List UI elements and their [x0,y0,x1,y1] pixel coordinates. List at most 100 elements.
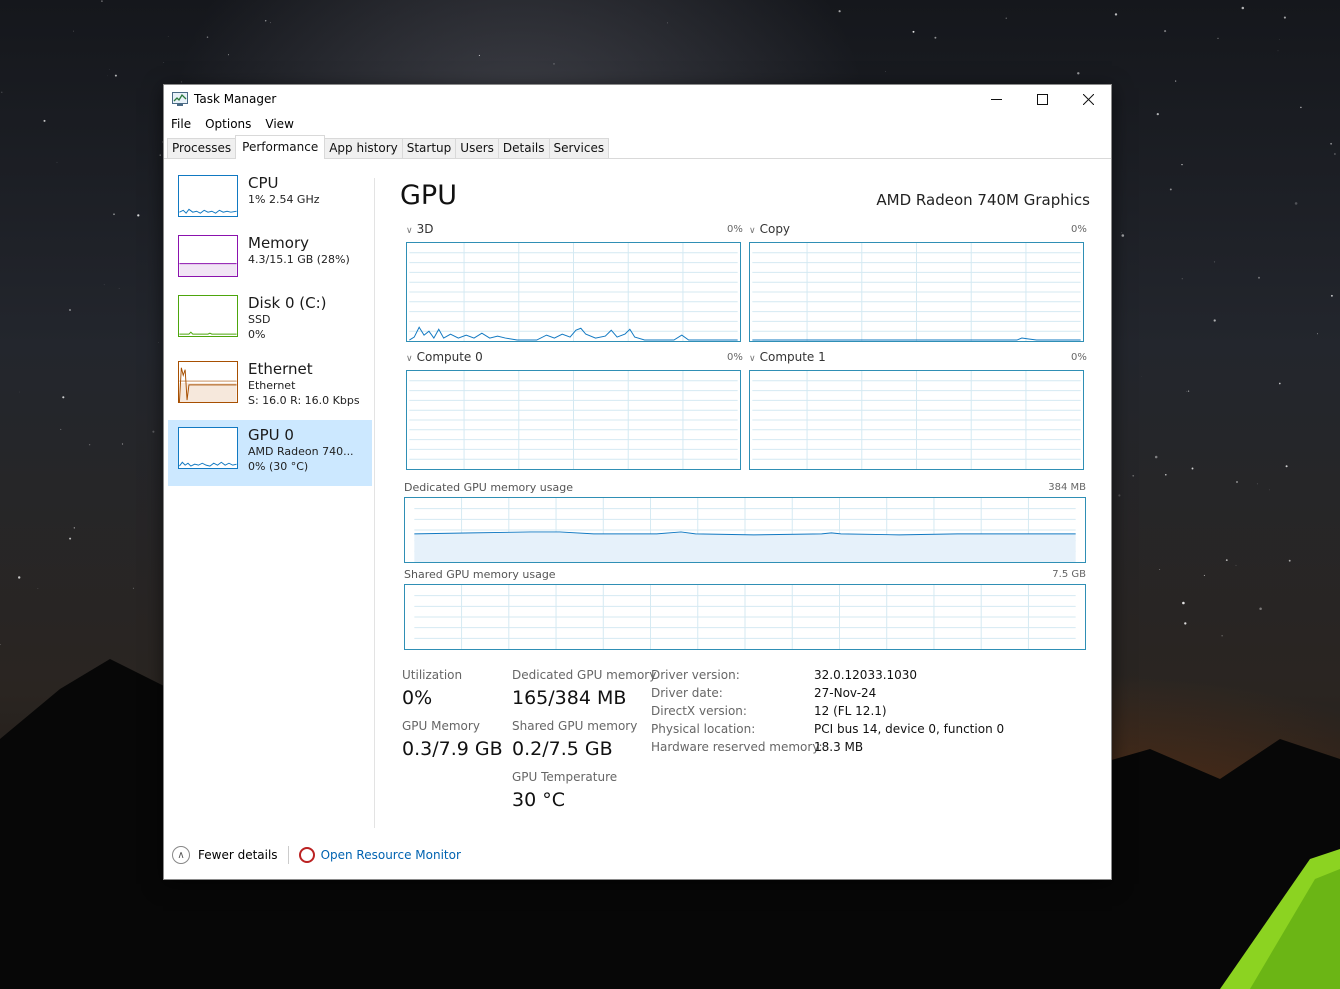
gpu-memory-value: 0.3/7.9 GB [402,738,503,760]
resource-monitor-icon[interactable] [298,847,315,863]
dedicated-memory-max: 384 MB [1048,482,1086,493]
tab-performance[interactable]: Performance [235,135,326,159]
driver-version-label: Driver version: [651,668,740,682]
fewer-details-button[interactable]: Fewer details [198,848,278,862]
sidebar-ethernet-speed: S: 16.0 R: 16.0 Kbps [248,394,360,407]
chevron-down-icon: ∨ [749,354,756,364]
reserved-memory-value: 18.3 MB [814,740,864,754]
physical-location-value: PCI bus 14, device 0, function 0 [814,722,1005,736]
graph-copy [749,242,1084,342]
tab-users[interactable]: Users [455,138,499,158]
sidebar-memory-name: Memory [248,234,310,252]
dedicated-memory-label: Dedicated GPU memory usage [404,481,573,494]
chevron-up-icon[interactable]: ∧ [172,846,190,864]
page-title: GPU [400,180,457,211]
driver-date-label: Driver date: [651,686,723,700]
menu-options[interactable]: Options [205,117,251,131]
chevron-down-icon: ∨ [406,354,413,364]
physical-location-label: Physical location: [651,722,756,736]
sidebar-disk-name: Disk 0 (C:) [248,294,327,312]
reserved-memory-label: Hardware reserved memory: [651,740,823,754]
tab-app-history[interactable]: App history [324,138,403,158]
engine-selector-3d[interactable]: ∨ 3D [406,222,433,236]
minimize-button[interactable] [973,85,1019,113]
gpu-temperature-value: 30 °C [512,789,565,811]
menu-file[interactable]: File [171,117,191,131]
window-title: Task Manager [194,92,277,106]
utilization-label: Utilization [402,668,463,682]
utilization-value: 0% [402,687,433,709]
engine-label-compute1: Compute 1 [759,350,826,364]
engine-selector-compute1[interactable]: ∨ Compute 1 [749,350,826,364]
sidebar-gpu-name: GPU 0 [248,426,294,444]
driver-date-value: 27-Nov-24 [814,686,877,700]
menu-bar: File Options View [164,113,1111,135]
graph-compute1 [749,370,1084,470]
cpu-thumbnail-graph [178,175,238,217]
sidebar-item-memory[interactable]: Memory 4.3/15.1 GB (28%) [168,228,372,288]
shared-memory-max: 7.5 GB [1052,569,1086,580]
engine-label-3d: 3D [416,222,434,236]
sidebar-divider [374,178,375,828]
ethernet-thumbnail-graph [178,361,238,403]
resource-sidebar: CPU 1% 2.54 GHz Memory 4.3/15.1 GB (28%) [168,168,372,486]
dedicated-memory-stat-value: 165/384 MB [512,687,627,709]
engine-pct-compute0: 0% [727,352,743,363]
tent-image [1220,849,1340,989]
graph-compute0 [406,370,741,470]
close-button[interactable] [1065,85,1111,113]
sidebar-gpu-usage: 0% (30 °C) [248,460,309,473]
sidebar-cpu-usage: 1% 2.54 GHz [248,193,320,206]
title-bar: Task Manager [164,85,1111,113]
memory-thumbnail-graph [178,235,238,277]
footer-divider [287,846,289,864]
dedicated-memory-stat-label: Dedicated GPU memory [512,668,657,682]
gpu-thumbnail-graph [178,427,238,469]
directx-version-value: 12 (FL 12.1) [814,704,887,718]
footer-bar: ∧ Fewer details Open Resource Monitor [164,831,1111,879]
sidebar-item-gpu[interactable]: GPU 0 AMD Radeon 740... 0% (30 °C) [168,420,372,486]
engine-pct-compute1: 0% [1071,352,1087,363]
maximize-icon [1036,93,1048,105]
sidebar-ethernet-adapter: Ethernet [248,379,296,392]
directx-version-label: DirectX version: [651,704,747,718]
graph-shared-memory [404,584,1086,650]
tab-processes[interactable]: Processes [167,138,237,158]
sidebar-disk-usage: 0% [248,328,266,341]
shared-memory-stat-label: Shared GPU memory [512,719,638,733]
sidebar-item-disk[interactable]: Disk 0 (C:) SSD 0% [168,288,372,354]
engine-label-copy: Copy [759,222,791,236]
gpu-memory-label: GPU Memory [402,719,480,733]
tab-details[interactable]: Details [497,138,550,158]
gpu-temperature-label: GPU Temperature [512,770,618,784]
sidebar-disk-type: SSD [248,313,271,326]
tab-services[interactable]: Services [548,138,610,158]
shared-memory-label: Shared GPU memory usage [404,568,556,581]
tab-bar: Processes Performance App history Startu… [164,135,1111,159]
sidebar-memory-usage: 4.3/15.1 GB (28%) [248,253,350,266]
sidebar-gpu-model: AMD Radeon 740... [248,445,354,458]
engine-selector-copy[interactable]: ∨ Copy [749,222,790,236]
sidebar-item-ethernet[interactable]: Ethernet Ethernet S: 16.0 R: 16.0 Kbps [168,354,372,420]
sidebar-item-cpu[interactable]: CPU 1% 2.54 GHz [168,168,372,228]
menu-view[interactable]: View [265,117,293,131]
maximize-button[interactable] [1019,85,1065,113]
task-manager-icon [172,92,188,106]
open-resource-monitor-link[interactable]: Open Resource Monitor [321,848,461,862]
graph-3d [406,242,741,342]
engine-label-compute0: Compute 0 [416,350,483,364]
minimize-icon [990,98,1002,100]
close-icon [1082,93,1094,105]
graph-dedicated-memory [404,497,1086,563]
engine-pct-copy: 0% [1071,224,1087,235]
tab-startup[interactable]: Startup [401,138,457,158]
performance-content: CPU 1% 2.54 GHz Memory 4.3/15.1 GB (28%) [164,160,1111,831]
engine-selector-compute0[interactable]: ∨ Compute 0 [406,350,483,364]
task-manager-window: Task Manager File Options View Processes… [163,84,1112,880]
engine-pct-3d: 0% [727,224,743,235]
shared-memory-stat-value: 0.2/7.5 GB [512,738,613,760]
driver-version-value: 32.0.12033.1030 [814,668,918,682]
sidebar-ethernet-name: Ethernet [248,360,313,378]
chevron-down-icon: ∨ [749,226,756,236]
gpu-model-name: AMD Radeon 740M Graphics [876,191,1090,209]
